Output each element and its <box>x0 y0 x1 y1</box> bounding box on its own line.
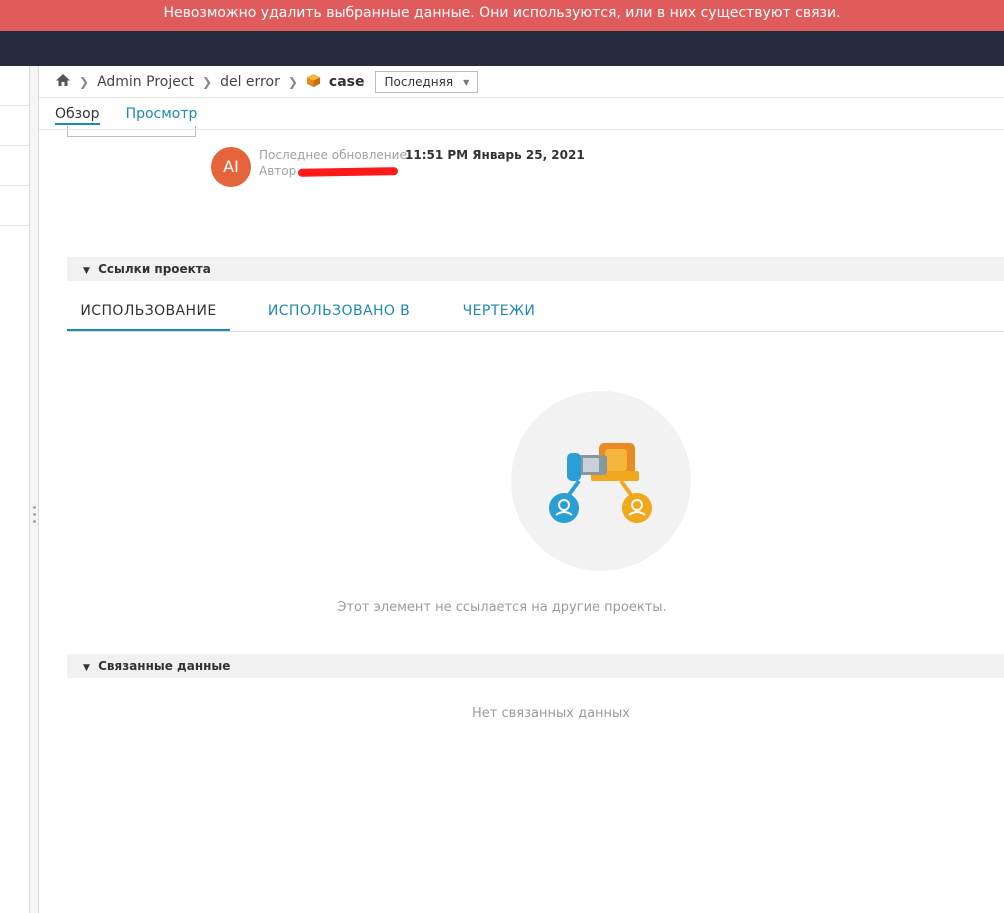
avatar: AI <box>211 147 251 187</box>
grip-dot <box>33 513 36 516</box>
chevron-right-icon: ❯ <box>79 75 90 89</box>
grip-dot <box>33 506 36 509</box>
chevron-right-icon: ❯ <box>202 75 213 89</box>
header-divider <box>39 97 1004 98</box>
clipped-control[interactable] <box>67 126 196 137</box>
breadcrumb-item-project[interactable]: Admin Project <box>97 74 194 90</box>
browser-row[interactable] <box>0 66 29 106</box>
triangle-down-icon: ▼ <box>83 266 90 276</box>
section-title: Ссылки проекта <box>98 262 211 276</box>
chevron-right-icon: ❯ <box>287 75 298 89</box>
section-header-project-links[interactable]: ▼ Ссылки проекта <box>67 257 1004 281</box>
last-update-value: 11:51 PM Январь 25, 2021 <box>405 148 585 162</box>
tab-drawings[interactable]: ЧЕРТЕЖИ <box>447 296 551 329</box>
error-banner: Невозможно удалить выбранные данные. Они… <box>0 0 1004 31</box>
breadcrumb-item-folder[interactable]: del error <box>220 74 280 90</box>
no-related-data-message: Нет связанных данных <box>472 706 630 721</box>
redaction-mark <box>297 167 399 177</box>
home-icon[interactable] <box>55 73 71 91</box>
triangle-down-icon: ▼ <box>83 663 90 673</box>
browser-row[interactable] <box>0 146 29 186</box>
tab-used-in[interactable]: ИСПОЛЬЗОВАНО В <box>259 296 419 329</box>
version-select-value: Последняя <box>384 75 454 89</box>
linked-parts-icon <box>549 443 652 523</box>
tab-uses[interactable]: ИСПОЛЬЗОВАНИЕ <box>67 296 230 331</box>
subnav-divider <box>39 129 1004 130</box>
author-label: Автор <box>259 164 297 178</box>
no-references-message: Этот элемент не ссылается на другие прое… <box>337 600 667 615</box>
top-navigation-bar <box>0 31 1004 66</box>
browser-row[interactable] <box>0 106 29 146</box>
last-update-label: Последнее обновление <box>259 148 407 162</box>
section-header-related-data[interactable]: ▼ Связанные данные <box>67 654 1004 678</box>
reference-tabs: ИСПОЛЬЗОВАНИЕ ИСПОЛЬЗОВАНО В ЧЕРТЕЖИ <box>67 296 1004 332</box>
breadcrumb: ❯ Admin Project ❯ del error ❯ case После… <box>55 70 479 94</box>
error-message: Невозможно удалить выбранные данные. Они… <box>163 5 841 21</box>
grip-dot <box>33 520 36 523</box>
part-cube-icon <box>306 73 321 92</box>
caret-down-icon: ▼ <box>463 77 470 87</box>
tab-overview[interactable]: Обзор <box>55 106 100 125</box>
version-select[interactable]: Последняя ▼ <box>375 71 479 93</box>
breadcrumb-item-current: case <box>328 74 365 90</box>
panel-resize-handle[interactable] <box>30 66 39 913</box>
browser-row[interactable] <box>0 186 29 226</box>
no-references-illustration <box>511 391 691 571</box>
section-title: Связанные данные <box>98 659 231 673</box>
left-browser-panel <box>0 66 30 913</box>
view-tabs: Обзор Просмотр <box>55 106 197 125</box>
tab-viewer[interactable]: Просмотр <box>126 106 198 125</box>
